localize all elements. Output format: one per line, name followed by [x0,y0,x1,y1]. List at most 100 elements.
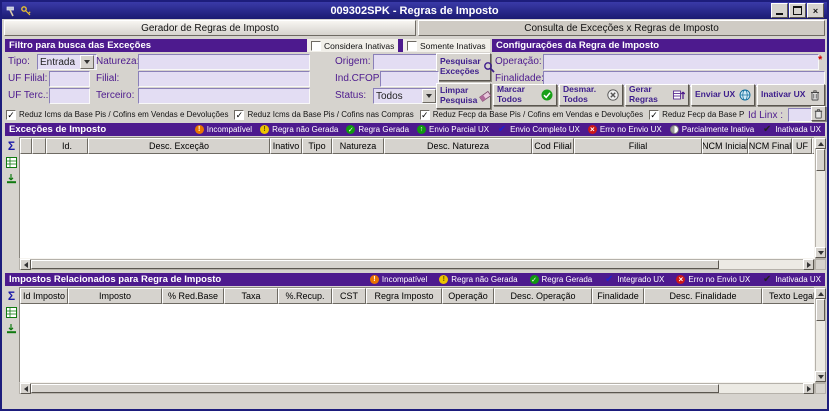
uf-terc-label: UF Terc.: [8,90,49,101]
tipo-select[interactable]: Entrada [37,54,97,70]
column-header-desc-natureza[interactable]: Desc. Natureza [384,138,532,154]
marcar-todos-button[interactable]: Marcar Todos [493,84,557,106]
filial-input[interactable] [138,71,310,87]
status-dropdown-arrow-icon[interactable] [422,89,436,103]
scroll-down-icon[interactable] [815,371,826,382]
column-header-operacao[interactable]: Operação [442,288,494,304]
export-arrow-icon[interactable] [6,323,17,334]
scroll-up-icon[interactable] [815,138,826,149]
somente-inativas-checkbox[interactable] [407,40,417,51]
column-header-id-imposto[interactable]: Id Imposto [20,288,68,304]
export-arrow-icon[interactable] [6,173,17,184]
exceptions-grid[interactable]: Id. Desc. Exceção Inativo Tipo Natureza … [19,137,815,259]
export-grid-icon[interactable] [6,307,17,318]
scroll-down-icon[interactable] [815,247,826,258]
column-header-finalidade[interactable]: Finalidade [592,288,644,304]
uf-terc-input[interactable] [49,88,90,104]
considera-inativas-label: Considera Inativas [324,40,395,51]
column-header-cod-filial[interactable]: Cod Filial [532,138,574,154]
uf-filial-input[interactable] [49,71,90,87]
maximize-button[interactable] [789,3,806,18]
reduction-option-icms-vendas[interactable]: ✓ Reduz Icms da Base Pis / Cofins em Ven… [6,109,228,120]
reduction-option-fecp-compras[interactable]: ✓ Reduz Fecp da Base Pis / Cofins nas Co… [649,109,744,120]
column-header-inativo[interactable]: Inativo [270,138,302,154]
column-header-id[interactable]: Id. [46,138,88,154]
column-header-indicator[interactable] [20,138,32,154]
column-header-desc-finalidade[interactable]: Desc. Finalidade [644,288,762,304]
limpar-pesquisa-button[interactable]: Limpar Pesquisa [436,83,492,109]
column-header-desc-operacao[interactable]: Desc. Operação [494,288,592,304]
column-header-filial[interactable]: Filial [574,138,702,154]
checkbox-icon[interactable]: ✓ [6,109,16,120]
column-header-taxa[interactable]: Taxa [224,288,278,304]
legend-label: Inativada UX [775,125,821,134]
pesquisar-excecoes-button[interactable]: Pesquisar Exceções [436,53,495,81]
origem-input[interactable] [373,54,439,70]
column-header-select[interactable] [32,138,46,154]
enviar-ux-button[interactable]: Enviar UX [691,84,755,106]
sum-icon[interactable]: Σ [8,140,15,152]
legend-label: Parcialmente Inativa [681,125,755,134]
column-header-uf[interactable]: UF [792,138,812,154]
operacao-input[interactable] [543,54,819,70]
vscroll-thumb[interactable] [816,149,825,171]
exceptions-grid-body[interactable] [20,154,814,258]
scroll-up-icon[interactable] [815,288,826,299]
legend-item: Envio Parcial UX [417,125,489,134]
sum-icon[interactable]: Σ [8,290,15,302]
scroll-right-icon[interactable] [803,383,814,394]
considera-inativas-option[interactable]: Considera Inativas [307,39,399,52]
reduction-option-fecp-vendas[interactable]: ✓ Reduz Fecp da Base Pis / Cofins em Ven… [419,109,643,120]
tipo-dropdown-arrow-icon[interactable] [80,55,94,69]
natureza-input[interactable] [138,54,310,70]
checkbox-icon[interactable]: ✓ [234,109,245,120]
column-header-desc-excecao[interactable]: Desc. Exceção [88,138,270,154]
taxes-grid[interactable]: Id Imposto Imposto % Red.Base Taxa %.Rec… [19,287,815,383]
exceptions-section-title: Exceções de Imposto [9,124,107,135]
minimize-button[interactable] [771,3,788,18]
vscroll-thumb[interactable] [816,299,825,321]
column-header-tipo[interactable]: Tipo [302,138,332,154]
column-header-natureza[interactable]: Natureza [332,138,384,154]
legend-item: Incompatível [369,275,427,284]
complete-send-icon [497,125,507,134]
column-header-recup[interactable]: %.Recup. [278,288,332,304]
taxes-hscrollbar[interactable] [19,383,815,394]
scroll-left-icon[interactable] [20,383,31,394]
tab-consulta-excecoes[interactable]: Consulta de Exceções x Regras de Imposto [418,20,825,36]
exceptions-hscrollbar[interactable] [19,259,815,270]
considera-inativas-checkbox[interactable] [311,40,321,51]
scroll-left-icon[interactable] [20,259,31,270]
gerar-regras-button[interactable]: Gerar Regras [625,84,689,106]
hscroll-thumb[interactable] [31,260,719,269]
hscroll-thumb[interactable] [31,384,719,393]
column-header-texto-legal[interactable]: Texto Legal [762,288,814,304]
enviar-ux-label: Enviar UX [695,89,736,100]
somente-inativas-option[interactable]: Somente Inativas [403,39,490,52]
ind-cfop-input[interactable] [380,71,439,87]
status-select[interactable]: Todos [373,88,439,104]
required-marker: * [818,54,823,66]
close-button[interactable]: × [807,3,824,18]
id-linx-clear-button[interactable] [811,106,826,121]
column-header-cst[interactable]: CST [332,288,366,304]
reduction-option-icms-compras[interactable]: ✓ Reduz Icms da Base Pis / Cofins nas Co… [234,109,414,120]
column-header-imposto[interactable]: Imposto [68,288,162,304]
checkbox-icon[interactable]: ✓ [419,109,430,120]
column-header-red-base[interactable]: % Red.Base [162,288,224,304]
column-header-regra-imposto[interactable]: Regra Imposto [366,288,442,304]
exceptions-vscrollbar[interactable] [815,137,826,259]
desmarcar-todos-button[interactable]: Desmar. Todos [559,84,623,106]
terceiro-input[interactable] [138,88,310,104]
checkbox-icon[interactable]: ✓ [649,109,660,120]
taxes-grid-body[interactable] [20,304,814,382]
scroll-right-icon[interactable] [803,259,814,270]
column-header-ncm-inicial[interactable]: NCM Inicial [702,138,748,154]
rule-generated-icon [529,275,539,284]
taxes-vscrollbar[interactable] [815,287,826,383]
inativar-ux-button[interactable]: Inativar UX [757,84,825,106]
export-grid-icon[interactable] [6,157,17,168]
terceiro-label: Terceiro: [96,90,135,101]
column-header-ncm-final[interactable]: NCM Final [748,138,792,154]
tab-gerador-regras[interactable]: Gerador de Regras de Imposto [4,20,416,36]
